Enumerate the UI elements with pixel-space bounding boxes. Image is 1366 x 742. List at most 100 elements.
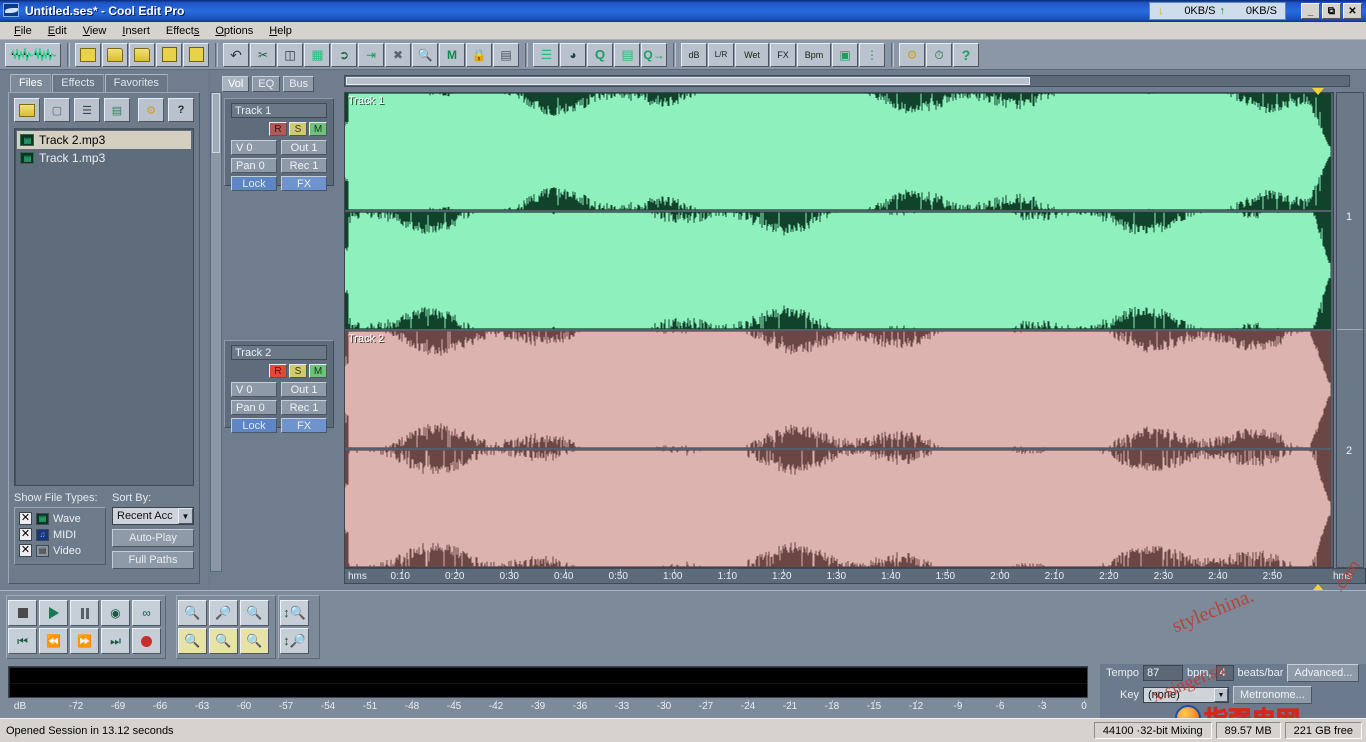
zoom-out-horizontal-button[interactable]: 🔎 (209, 600, 238, 626)
menu-item-options[interactable]: Options (207, 24, 261, 38)
lock-button[interactable]: Lock (231, 418, 277, 433)
scrollbar-thumb[interactable] (346, 77, 1030, 85)
menu-item-effects[interactable]: Effects (158, 24, 207, 38)
key-select[interactable]: (none) ▼ (1142, 687, 1229, 703)
waveform-track-2[interactable]: Track 2 (345, 331, 1331, 567)
time-ruler[interactable]: hms hms 0:10 0:20 0:30 0:40 0:50 1:00 1:10 1:20… (344, 568, 1366, 584)
open-file-button[interactable] (14, 98, 40, 122)
fx-envelope-button[interactable]: FX (770, 42, 796, 67)
waveform-track-1[interactable]: Track 1 (345, 93, 1331, 329)
mute-button[interactable]: M (309, 122, 327, 136)
play-button[interactable] (39, 600, 68, 626)
menu-item-help[interactable]: Help (261, 24, 300, 38)
mix-paste-button[interactable]: ➲ (331, 42, 357, 67)
list-item[interactable]: ▤ Track 2.mp3 (17, 131, 191, 149)
go-to-beginning-button[interactable]: ⏮ (8, 628, 37, 654)
snap-button[interactable]: ⋮ (859, 42, 885, 67)
advanced-button[interactable]: Advanced... (1287, 664, 1360, 682)
track-name-field[interactable]: Track 1 (231, 103, 327, 118)
spectral-view-button[interactable]: ☰ (533, 42, 559, 67)
pan-envelope-button[interactable]: L/R (708, 42, 734, 67)
properties-button[interactable]: ▣ (832, 42, 858, 67)
close-file-button[interactable]: ▢ (44, 98, 70, 122)
save-button[interactable] (156, 42, 182, 67)
lock-button[interactable]: Lock (231, 176, 277, 191)
help-button[interactable]: ? (168, 98, 194, 122)
fast-forward-button[interactable]: ⏩ (70, 628, 99, 654)
delete-selection-button[interactable]: ✖ (385, 42, 411, 67)
insert-into-multitrack-button[interactable]: ▤ (104, 98, 130, 122)
rec-device-field[interactable]: Rec 1 (281, 400, 327, 415)
rec-device-field[interactable]: Rec 1 (281, 158, 327, 173)
tempo-envelope-button[interactable]: Bpm (797, 42, 831, 67)
output-field[interactable]: Out 1 (281, 140, 327, 155)
menu-item-file[interactable]: File (6, 24, 40, 38)
waveform-canvas[interactable]: Track 1 Track 2 (344, 92, 1334, 568)
record-arm-button[interactable]: R (269, 364, 287, 378)
help-button[interactable]: ? (953, 42, 979, 67)
beats-per-bar-field[interactable]: 4 (1215, 665, 1234, 681)
menu-item-view[interactable]: View (75, 24, 115, 38)
chevron-down-icon[interactable]: ▼ (178, 508, 193, 524)
zoom-in-horizontal-button[interactable]: 🔍 (178, 600, 207, 626)
paste-button[interactable]: ▦ (304, 42, 330, 67)
tab-vol[interactable]: Vol (222, 76, 250, 92)
group-waveform-button[interactable]: ▤ (493, 42, 519, 67)
output-field[interactable]: Out 1 (281, 382, 327, 397)
tab-favorites[interactable]: Favorites (104, 74, 168, 92)
frequency-analysis-button[interactable]: Q (587, 42, 613, 67)
minimize-button[interactable]: _ (1301, 3, 1320, 19)
new-file-button[interactable] (75, 42, 101, 67)
checkbox-wave[interactable]: ✕ ▤ Wave (19, 512, 101, 525)
pause-button[interactable] (70, 600, 99, 626)
volume-field[interactable]: V 0 (231, 382, 278, 397)
waveform-view-button[interactable] (5, 42, 61, 67)
rewind-button[interactable]: ⏪ (39, 628, 68, 654)
clock-icon-button[interactable]: ⏱ (926, 42, 952, 67)
restore-button[interactable]: ⧉ (1322, 3, 1341, 19)
trim-button[interactable]: ⇥ (358, 42, 384, 67)
lock-track-button[interactable]: 🔒 (466, 42, 492, 67)
zoom-in-vertical-button[interactable]: ↕🔍 (280, 600, 309, 626)
play-to-end-button[interactable]: ◉ (101, 600, 130, 626)
loop-button[interactable]: ∞ (132, 600, 161, 626)
checkbox-midi[interactable]: ✕ ♫ MIDI (19, 528, 101, 541)
record-arm-button[interactable]: R (269, 122, 287, 136)
tempo-field[interactable]: 87 (1143, 665, 1184, 681)
tab-eq[interactable]: EQ (252, 76, 281, 92)
close-button[interactable]: ✕ (1343, 3, 1362, 19)
zoom-out-vertical-button[interactable]: ↕🔎 (280, 628, 309, 654)
level-meter[interactable] (8, 666, 1088, 698)
tab-bus[interactable]: Bus (283, 76, 315, 92)
wet-dry-envelope-button[interactable]: Wet (735, 42, 769, 67)
zoom-select-button[interactable]: 🔍 (412, 42, 438, 67)
track-panel-vertical-scrollbar[interactable] (210, 92, 222, 572)
open-append-button[interactable] (129, 42, 155, 67)
zoom-to-selection-button[interactable]: 🔍 (178, 628, 207, 654)
ruler-button[interactable]: ▤ (614, 42, 640, 67)
list-item[interactable]: ▤ Track 1.mp3 (17, 149, 191, 167)
undo-button[interactable]: ↶ (223, 42, 249, 67)
auto-play-button[interactable]: Auto-Play (112, 529, 194, 547)
pan-field[interactable]: Pan 0 (231, 158, 278, 173)
mute-button[interactable]: M (309, 364, 327, 378)
stop-button[interactable] (8, 600, 37, 626)
solo-button[interactable]: S (289, 364, 307, 378)
open-file-button[interactable] (102, 42, 128, 67)
full-paths-button[interactable]: Full Paths (112, 551, 194, 569)
horizontal-scrollbar[interactable] (344, 75, 1350, 87)
pan-field[interactable]: Pan 0 (231, 400, 278, 415)
go-to-end-button[interactable]: ⏭ (101, 628, 130, 654)
volume-field[interactable]: V 0 (231, 140, 278, 155)
cut-button[interactable]: ✂ (250, 42, 276, 67)
tab-effects[interactable]: Effects (52, 74, 104, 92)
fx-button[interactable]: FX (281, 418, 327, 433)
gear-icon-button[interactable]: ⚙ (899, 42, 925, 67)
chevron-down-icon[interactable]: ▼ (1213, 688, 1228, 702)
copy-button[interactable]: ◫ (277, 42, 303, 67)
metronome-button[interactable]: Metronome... (1232, 686, 1312, 704)
phase-analysis-button[interactable]: ◕ (560, 42, 586, 67)
save-as-button[interactable] (183, 42, 209, 67)
zoom-to-left-edge-button[interactable]: 🔍 (209, 628, 238, 654)
zoom-out-full-button[interactable]: 🔍 (240, 600, 269, 626)
